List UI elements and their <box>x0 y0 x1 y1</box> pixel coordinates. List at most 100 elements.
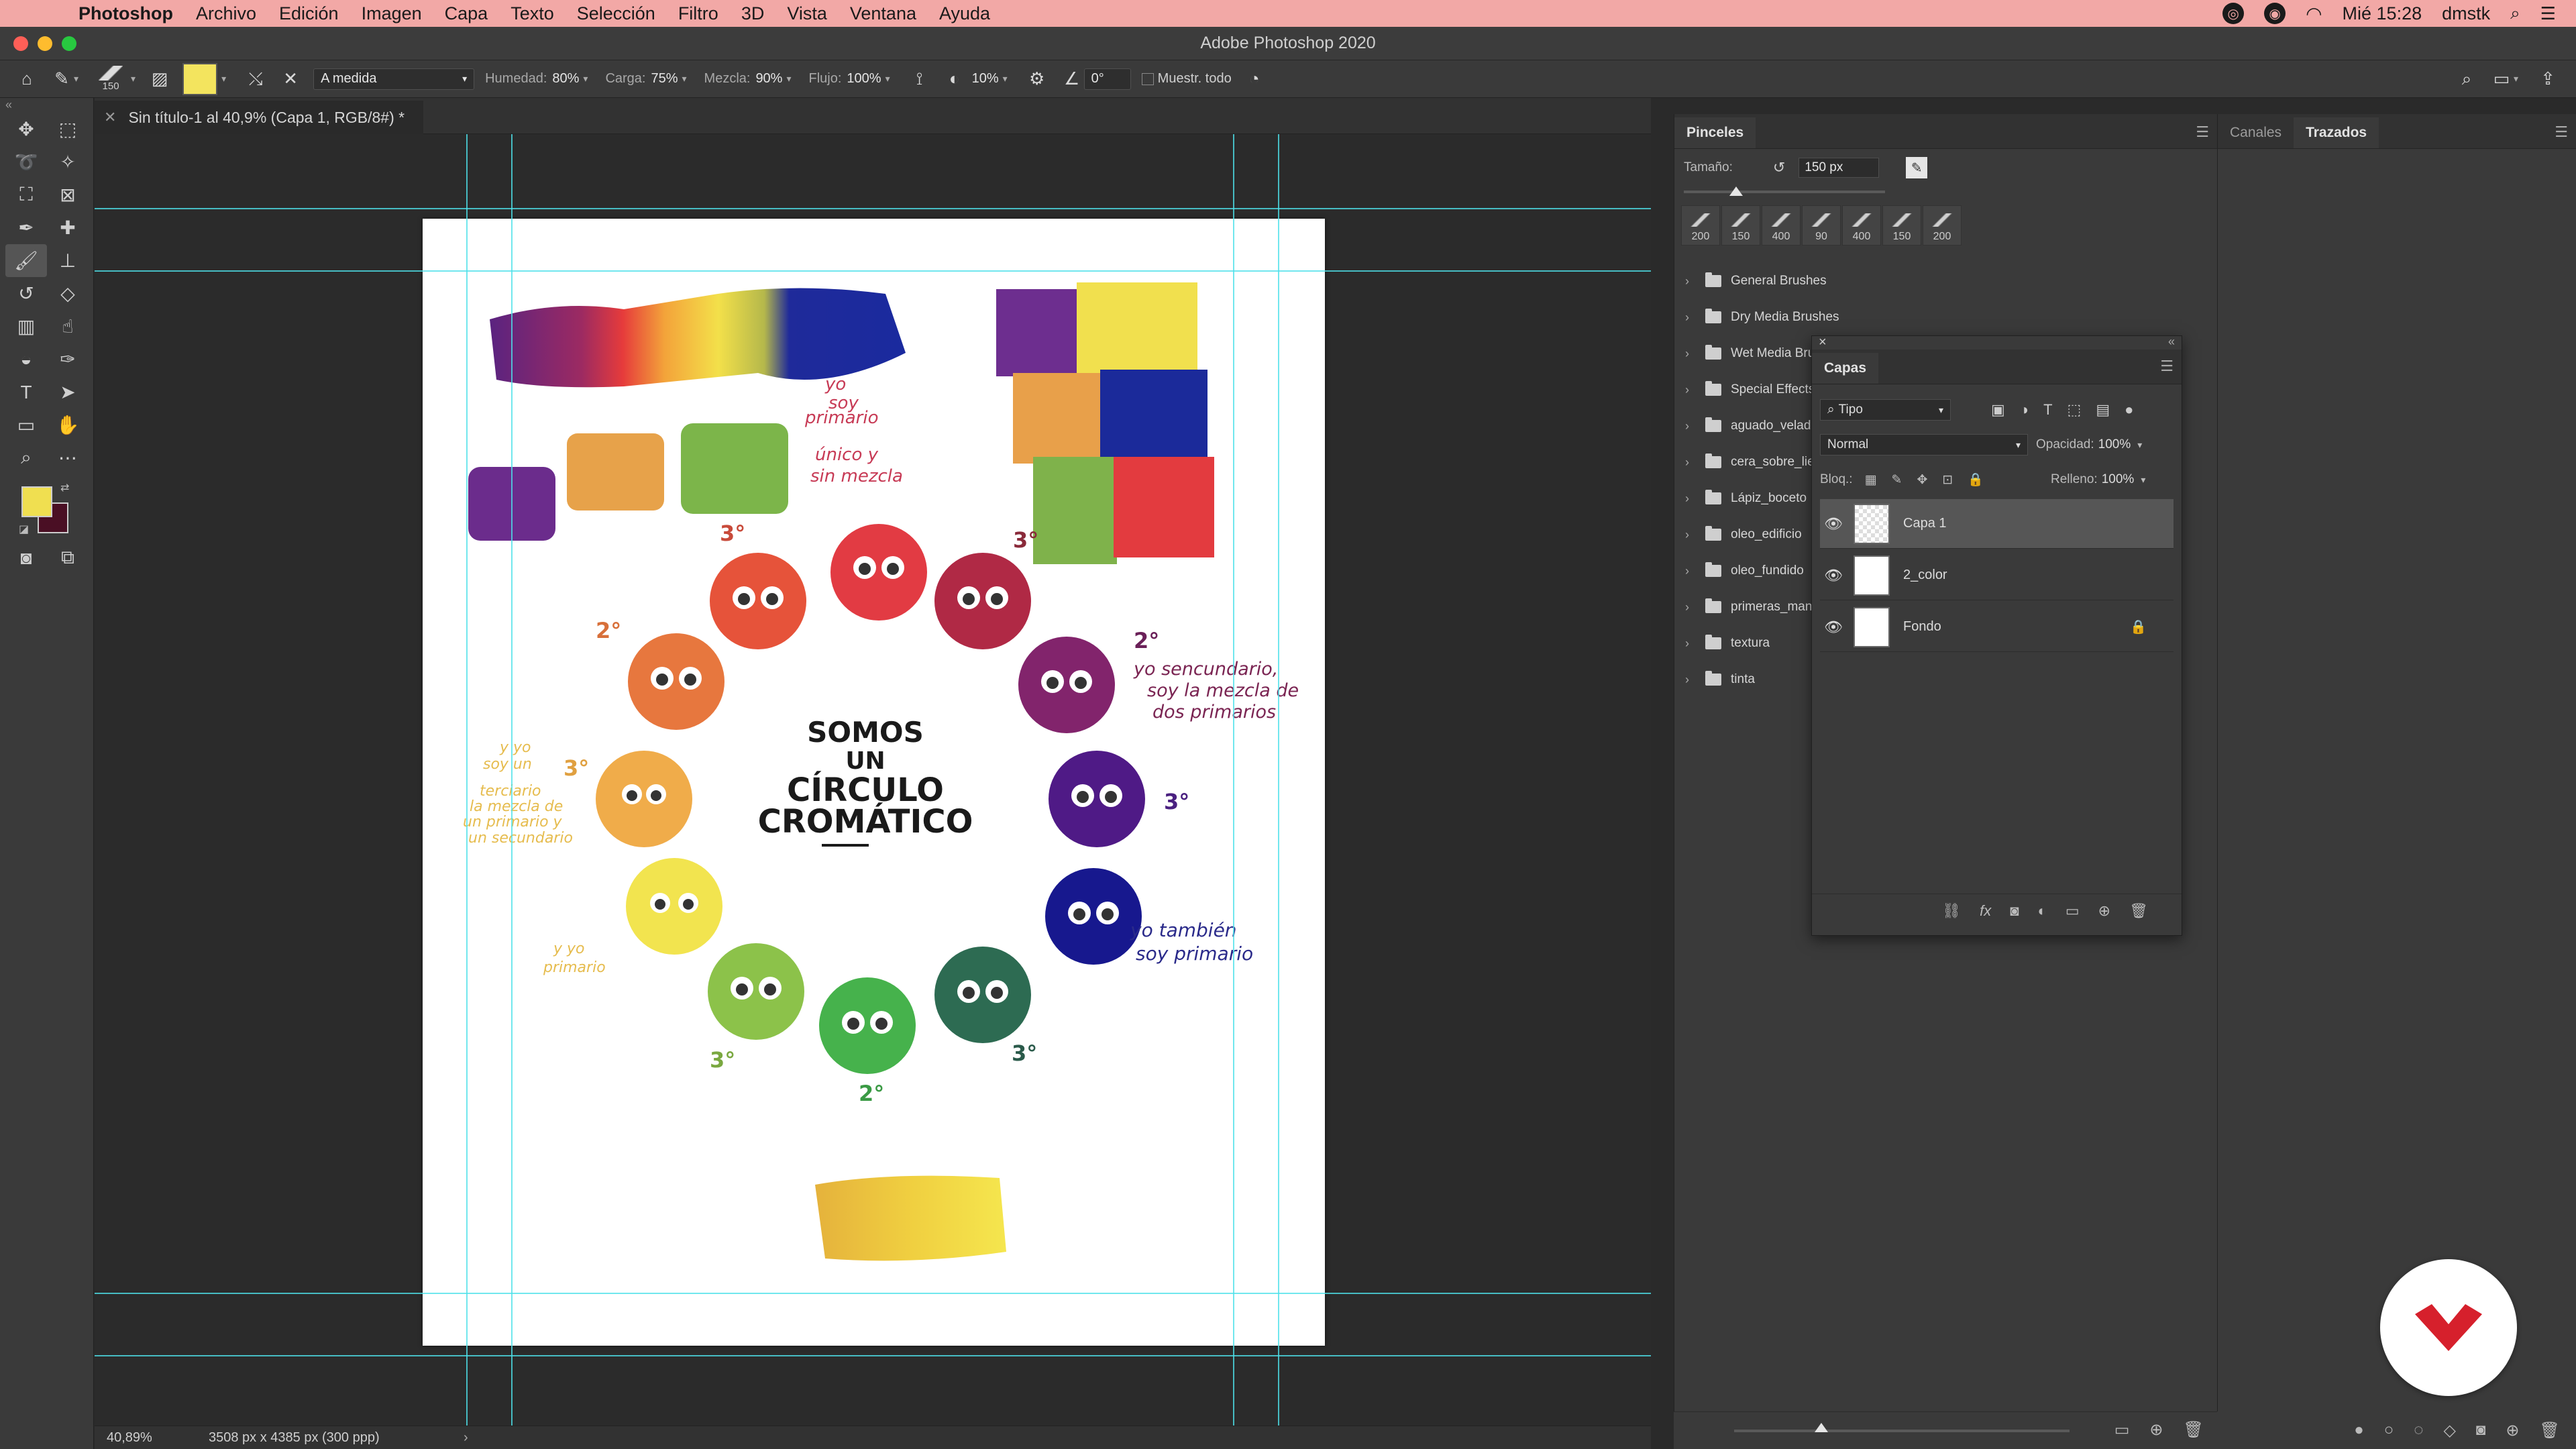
panel-menu-icon[interactable]: ☰ <box>2160 358 2174 375</box>
lock-transparent-icon[interactable]: ▦ <box>1865 472 1877 488</box>
crop-tool-icon[interactable]: ⛶ <box>5 178 47 211</box>
screen-mode-icon[interactable]: ⧉ <box>47 541 89 574</box>
layer-row[interactable]: 👁 Capa 1 <box>1820 499 2174 549</box>
chevron-right-icon[interactable]: › <box>1685 637 1700 651</box>
control-center-icon[interactable]: ☰ <box>2540 3 2556 24</box>
creative-cloud-icon[interactable]: ◎ <box>2222 3 2245 24</box>
size-slider[interactable] <box>1684 186 1885 196</box>
dodge-tool-icon[interactable]: ◒ <box>5 343 47 376</box>
opacity-dropdown[interactable]: ▾ <box>2137 439 2142 451</box>
brush-preset[interactable]: 150 <box>1721 205 1760 246</box>
tab-trazados[interactable]: Trazados <box>2294 117 2379 148</box>
brush-picker-dropdown[interactable]: ▾ <box>131 73 136 85</box>
fill-value[interactable]: 100% <box>2102 472 2135 487</box>
load-options-dropdown[interactable]: ▾ <box>221 73 226 85</box>
filter-type-icon[interactable]: T <box>2043 401 2052 419</box>
clone-stamp-tool-icon[interactable]: ⊥ <box>47 244 89 277</box>
layer-name[interactable]: Capa 1 <box>1903 516 2174 531</box>
adjustment-layer-icon[interactable]: ◐ <box>2038 902 2047 920</box>
filter-shape-icon[interactable]: ⬚ <box>2068 401 2082 419</box>
new-layer-icon[interactable]: ⊕ <box>2098 902 2110 920</box>
brush-preset[interactable]: 200 <box>1923 205 1962 246</box>
tab-capas[interactable]: Capas <box>1812 353 1879 384</box>
opacity-value[interactable]: 100% <box>2098 437 2131 452</box>
new-group-icon[interactable]: ▭ <box>2065 902 2080 920</box>
tab-canales[interactable]: Canales <box>2218 117 2294 148</box>
airbrush-icon[interactable]: ⟟ <box>908 67 932 91</box>
filter-toggle-icon[interactable]: ● <box>2125 401 2133 419</box>
new-brush-icon[interactable]: ✎ <box>1906 157 1928 178</box>
link-layers-icon[interactable]: ⛓ <box>1942 902 1961 920</box>
swap-colors-icon[interactable]: ⇄ <box>60 481 69 494</box>
collapse-panel-icon[interactable]: « <box>2168 335 2175 349</box>
humedad-value[interactable]: 80% <box>552 71 579 87</box>
share-icon[interactable]: ⇪ <box>2536 67 2560 91</box>
filter-smart-object-icon[interactable]: ▤ <box>2096 401 2110 419</box>
mixer-brush-tool-icon[interactable]: ✎ <box>50 67 74 91</box>
stroke-path-icon[interactable]: ○ <box>2384 1421 2394 1440</box>
chevron-right-icon[interactable]: › <box>1685 673 1700 687</box>
menu-capa[interactable]: Capa <box>433 3 500 24</box>
lasso-tool-icon[interactable]: ➰ <box>5 146 47 178</box>
humedad-dropdown[interactable]: ▾ <box>583 73 588 85</box>
brush-preset[interactable]: 90 <box>1802 205 1841 246</box>
load-selection-icon[interactable]: ◌ <box>2414 1421 2423 1440</box>
marquee-tool-icon[interactable]: ⬚ <box>47 113 89 146</box>
hand-tool-icon[interactable]: ✋ <box>47 409 89 441</box>
quick-selection-tool-icon[interactable]: ✧ <box>47 146 89 178</box>
document-tab[interactable]: ✕ Sin título-1 al 40,9% (Capa 1, RGB/8#)… <box>95 101 423 134</box>
new-path-icon[interactable]: ⊕ <box>2506 1421 2519 1440</box>
lock-all-icon[interactable]: 🔒 <box>1968 472 1984 488</box>
add-mask-icon[interactable]: ◙ <box>2010 902 2019 920</box>
carga-dropdown[interactable]: ▾ <box>682 73 687 85</box>
smudge-tool-icon[interactable]: ☝ <box>47 310 89 343</box>
chevron-right-icon[interactable]: › <box>1685 419 1700 433</box>
foreground-color-swatch[interactable] <box>21 486 52 517</box>
visibility-eye-icon[interactable]: 👁 <box>1820 567 1847 584</box>
preview-size-slider[interactable] <box>1734 1423 2070 1432</box>
layer-name[interactable]: Fondo <box>1903 619 2130 635</box>
workspace-icon[interactable]: ▭ <box>2489 67 2514 91</box>
close-panel-icon[interactable]: × <box>1819 335 1827 350</box>
chevron-right-icon[interactable]: › <box>1685 274 1700 288</box>
flujo-dropdown[interactable]: ▾ <box>885 73 890 85</box>
mezcla-value[interactable]: 90% <box>755 71 782 87</box>
menu-ayuda[interactable]: Ayuda <box>928 3 1002 24</box>
tab-pinceles[interactable]: Pinceles <box>1674 117 1756 148</box>
new-brush-icon[interactable]: ⊕ <box>2149 1420 2163 1440</box>
angle-value[interactable]: 0° <box>1083 68 1131 90</box>
path-selection-tool-icon[interactable]: ➤ <box>47 376 89 409</box>
chevron-right-icon[interactable]: › <box>1685 528 1700 542</box>
status-menu-arrow-icon[interactable]: › <box>464 1430 468 1446</box>
menu-imagen[interactable]: Imagen <box>350 3 433 24</box>
history-brush-tool-icon[interactable]: ↺ <box>5 277 47 310</box>
tool-preset-dropdown[interactable]: ▾ <box>74 73 78 85</box>
zoom-level[interactable]: 40,89% <box>95 1430 209 1446</box>
chevron-right-icon[interactable]: › <box>1685 311 1700 325</box>
close-document-icon[interactable]: ✕ <box>104 109 116 126</box>
panel-menu-icon[interactable]: ☰ <box>2555 123 2568 141</box>
flujo-value[interactable]: 100% <box>847 71 881 87</box>
menu-3d[interactable]: 3D <box>730 3 776 24</box>
make-path-icon[interactable]: ◇ <box>2443 1421 2455 1440</box>
canvas-area[interactable]: SOMOS UN CÍRCULO CROMÁTICO yo soy primar… <box>95 134 1651 1426</box>
more-tools-icon[interactable]: ⋯ <box>47 441 89 474</box>
chevron-right-icon[interactable]: › <box>1685 564 1700 578</box>
wifi-icon[interactable]: ◠ <box>2306 3 2322 25</box>
mezcla-dropdown[interactable]: ▾ <box>786 73 791 85</box>
brush-preset[interactable]: 400 <box>1762 205 1801 246</box>
filter-adjustment-icon[interactable]: ◑ <box>2020 401 2029 419</box>
layer-filter-select[interactable]: ⌕ Tipo ▾ <box>1820 399 1951 421</box>
lock-artboard-icon[interactable]: ⊡ <box>1942 472 1953 488</box>
zoom-tool-icon[interactable]: ⌕ <box>5 441 47 474</box>
smoothing-dropdown[interactable]: ▾ <box>1003 73 1008 85</box>
delete-layer-icon[interactable]: 🗑 <box>2129 902 2148 920</box>
collapse-tools-icon[interactable]: « <box>0 98 93 113</box>
brush-preset[interactable]: 150 <box>1882 205 1921 246</box>
eyedropper-tool-icon[interactable]: ✒ <box>5 211 47 244</box>
workspace-dropdown[interactable]: ▾ <box>2514 73 2518 85</box>
chevron-right-icon[interactable]: › <box>1685 600 1700 614</box>
carga-value[interactable]: 75% <box>651 71 678 87</box>
chevron-right-icon[interactable]: › <box>1685 492 1700 506</box>
search-icon[interactable]: ⌕ <box>2455 67 2479 91</box>
